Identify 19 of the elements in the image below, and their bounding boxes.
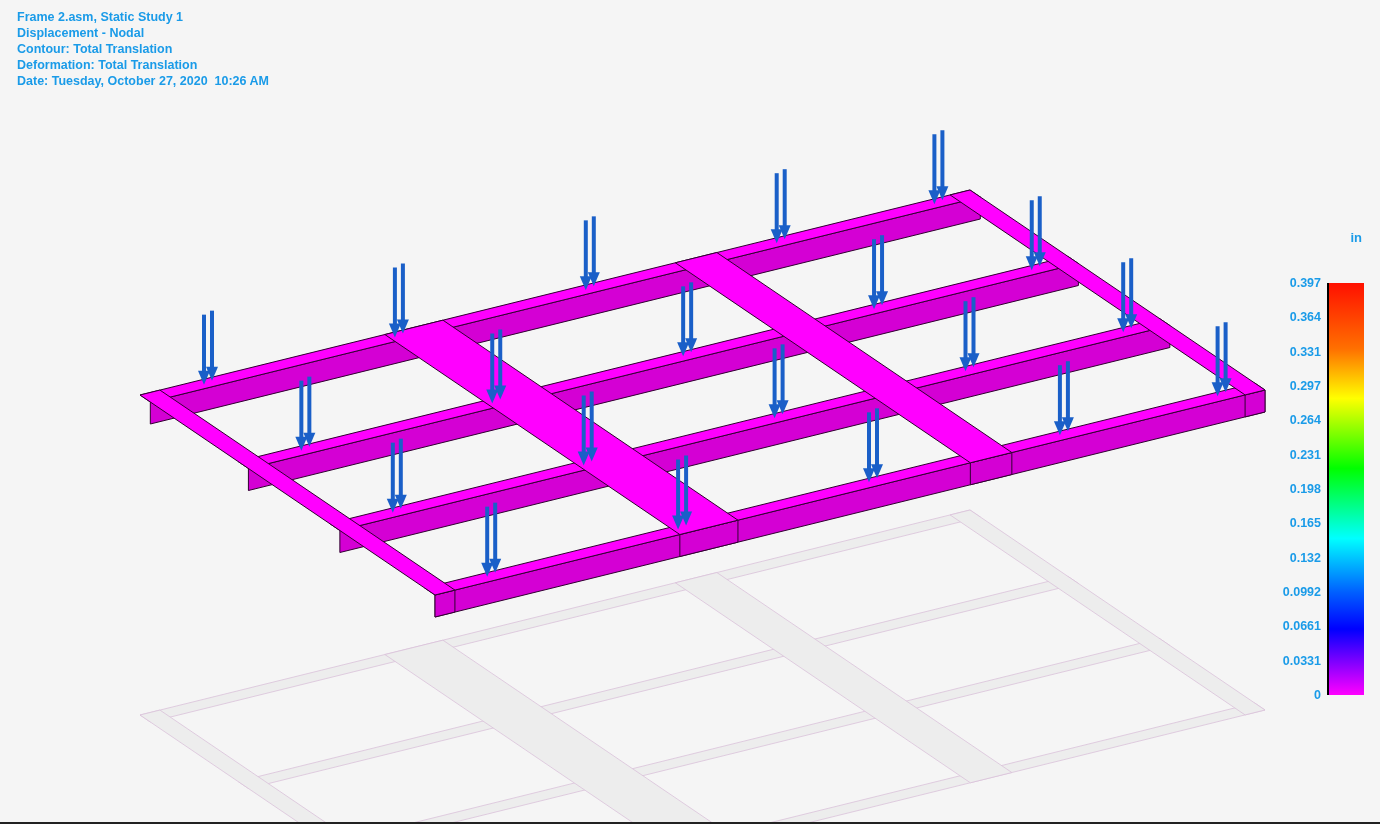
legend-value: 0: [1314, 686, 1321, 703]
legend-value: 0.297: [1289, 378, 1321, 394]
legend-value: 0.264: [1289, 412, 1321, 429]
study-info-text: Date: Tuesday, October 27, 2020 10:26 AM: [17, 73, 270, 89]
legend-value: 0.397: [1289, 275, 1321, 291]
study-info-text: Deformation: Total Translation: [17, 57, 199, 73]
legend-value: 0.132: [1289, 549, 1321, 566]
legend-value: 0.0992: [1282, 583, 1321, 600]
legend-value: 0.331: [1289, 343, 1321, 360]
legend-value: 0.165: [1289, 515, 1321, 532]
study-info-text: Contour: Total Translation: [17, 41, 174, 57]
legend-value: 0.231: [1289, 446, 1321, 463]
legend-value: 0.0661: [1282, 618, 1321, 635]
study-info-text: Displacement - Nodal: [17, 25, 146, 41]
legend-value: 0.364: [1289, 309, 1321, 326]
legend-value: 0.198: [1289, 480, 1321, 497]
study-info-text: Frame 2.asm, Static Study 1: [17, 9, 185, 25]
legend-value: 0.0331: [1282, 652, 1321, 669]
unit-label: in: [1350, 230, 1362, 245]
